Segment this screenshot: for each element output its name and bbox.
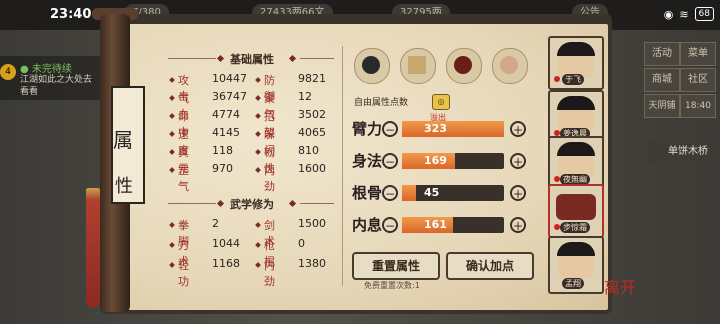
quest-count-badge: 4: [0, 64, 16, 80]
tassel-decoration: [86, 188, 100, 308]
basic-attrs-header: 基础属性: [230, 53, 274, 66]
yinyang-icon: [454, 56, 472, 74]
character-card[interactable]: 于飞: [548, 36, 604, 90]
location-bridge[interactable]: 单饼木桥: [648, 142, 718, 162]
character-name: 孟翔: [562, 278, 584, 289]
stat-value: 1380: [298, 257, 326, 270]
stat-value: 2: [212, 217, 219, 230]
divider: [168, 203, 216, 204]
character-card-selected[interactable]: 步惊霜: [548, 184, 604, 238]
reset-attrs-button[interactable]: 重置属性: [352, 252, 440, 280]
stat-value: 118: [212, 144, 233, 157]
divider: [300, 58, 334, 59]
stat-value: 1168: [212, 257, 240, 270]
avatar-hair: [557, 242, 595, 256]
stat-value: 10447: [212, 72, 247, 85]
stat-label: 罡气: [178, 164, 189, 193]
stat-value: 0: [298, 237, 305, 250]
point-bar-fill: [402, 121, 504, 137]
attr-name: 根骨: [352, 184, 383, 202]
point-bar: [402, 153, 504, 169]
avatar-hair: [557, 42, 595, 56]
point-bar: [402, 217, 504, 233]
overflow-label: 溢出: [430, 113, 446, 122]
point-value: 323: [424, 122, 447, 135]
stat-value: 1600: [298, 162, 326, 175]
hat-icon: [362, 56, 380, 74]
point-row-agility: 身法 − 169 +: [352, 150, 532, 172]
stat-label: 内劲: [264, 259, 275, 288]
minus-button[interactable]: −: [382, 217, 398, 233]
avatar: [556, 194, 596, 220]
stat-value: 4145: [212, 126, 240, 139]
stat-value: 36747: [212, 90, 247, 103]
character-card[interactable]: 夜無幽: [548, 136, 604, 190]
character-name: 于飞: [562, 74, 584, 85]
character-name: 步惊霜: [560, 222, 590, 233]
point-value: 169: [424, 154, 447, 167]
attr-name: 内息: [352, 216, 383, 234]
game-clock: 18:40: [680, 94, 716, 118]
stat-value: 12: [298, 90, 312, 103]
figure-icon: [500, 56, 518, 74]
wifi-icon: ≋: [679, 7, 689, 21]
status-icons: ◉ ≋ 68: [664, 7, 714, 21]
point-row-strength: 臂力 − 323 溢出 +: [352, 113, 532, 140]
shop-button[interactable]: 商城: [644, 68, 680, 92]
stat-value: 4065: [298, 126, 326, 139]
menu-button[interactable]: 菜单: [680, 42, 716, 66]
plus-button[interactable]: +: [510, 217, 526, 233]
title-char: 性: [115, 176, 133, 197]
divider: [300, 203, 334, 204]
point-bar: [402, 185, 504, 201]
stat-value: 9821: [298, 72, 326, 85]
point-bar-fill: [402, 185, 417, 201]
point-value: 161: [424, 218, 447, 231]
plus-button[interactable]: +: [510, 185, 526, 201]
attr-name: 身法: [352, 152, 383, 170]
eye-icon: ◉: [663, 7, 674, 21]
event-button[interactable]: 活动: [644, 42, 680, 66]
minus-button[interactable]: −: [382, 185, 398, 201]
quest-description: 江湖如此之大处去看看: [20, 75, 93, 97]
minus-button[interactable]: −: [382, 121, 398, 137]
stat-value: 4774: [212, 108, 240, 121]
point-row-inner: 内息 − 161 +: [352, 214, 532, 236]
stat-value: 810: [298, 144, 319, 157]
community-button[interactable]: 社区: [680, 68, 716, 92]
free-points-badge: ◎: [432, 94, 450, 110]
reset-count-note: 免费重置次数:1: [364, 281, 420, 290]
martial-header: 武学修为: [230, 198, 274, 211]
avatar-hair: [557, 142, 595, 156]
confirm-points-button[interactable]: 确认加点: [446, 252, 534, 280]
stat-value: 1044: [212, 237, 240, 250]
stat-label: 轻功: [178, 259, 189, 288]
attr-name: 臂力: [352, 120, 383, 138]
status-time: 23:40: [50, 7, 92, 22]
stat-label: 内劲: [264, 164, 275, 193]
alert-dot: [554, 76, 560, 82]
map-icon: [408, 56, 426, 74]
stat-value: 3502: [298, 108, 326, 121]
divider: [168, 58, 216, 59]
free-points-label: 自由属性点数: [354, 98, 409, 108]
title-char: 属: [113, 128, 133, 152]
avatar-hair: [557, 96, 595, 110]
close-seal[interactable]: 离开: [604, 274, 636, 298]
column-divider: [342, 46, 343, 286]
minus-button[interactable]: −: [382, 153, 398, 169]
stat-value: 1500: [298, 217, 326, 230]
plus-button[interactable]: +: [510, 121, 526, 137]
point-value: 45: [424, 186, 440, 199]
point-bar: [402, 121, 504, 137]
point-row-constitution: 根骨 − 45 +: [352, 182, 532, 204]
battery-indicator: 68: [694, 7, 714, 21]
location-label: 天阴铺: [644, 94, 680, 118]
quest-title[interactable]: ● 未完待续: [20, 60, 72, 75]
stat-value: 970: [212, 162, 233, 175]
character-card[interactable]: 孟翔: [548, 236, 604, 294]
plus-button[interactable]: +: [510, 153, 526, 169]
